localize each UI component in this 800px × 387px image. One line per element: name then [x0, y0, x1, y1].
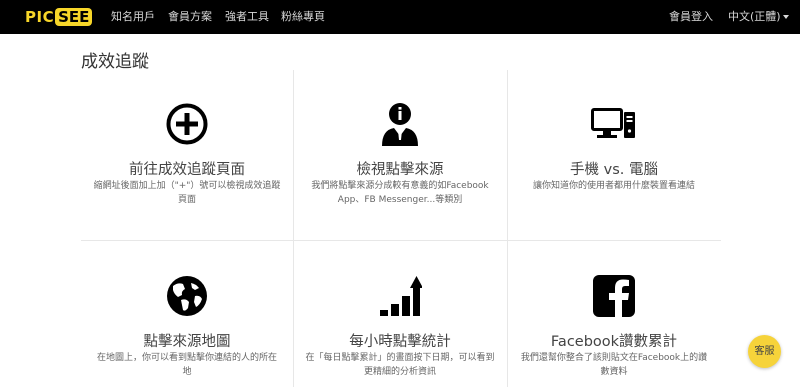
- plus-circle-icon: [166, 103, 208, 145]
- card-description: 我們將點擊來源分成較有意義的如Facebook App、FB Messenger…: [311, 181, 489, 205]
- card-title: 檢視點擊來源: [356, 162, 444, 178]
- picsee-logo[interactable]: PIC SEE: [25, 7, 93, 26]
- card-title: 手機 vs. 電腦: [570, 162, 658, 178]
- facebook-icon: [593, 275, 635, 318]
- nav-item-membership-plans[interactable]: 會員方案: [168, 0, 212, 34]
- nav-item-fan-page[interactable]: 粉絲專頁: [281, 0, 325, 34]
- top-navbar: PIC SEE 知名用戶 會員方案 強者工具 粉絲專頁 會員登入 中文(正體): [0, 0, 800, 34]
- language-label: 中文(正體): [728, 10, 781, 23]
- page-title: 成效追蹤: [81, 52, 149, 72]
- caret-down-icon: [782, 15, 789, 19]
- card-description: 在「每日點擊累計」的畫面按下日期，可以看到更精細的分析資訊: [305, 353, 495, 377]
- card-title: 前往成效追蹤頁面: [129, 162, 245, 178]
- login-link[interactable]: 會員登入: [669, 0, 713, 34]
- bar-chart-up-icon: [380, 276, 422, 316]
- card-description: 在地圖上，你可以看到點擊你連結的人的所在地: [96, 353, 277, 377]
- nav-item-power-tools[interactable]: 強者工具: [225, 0, 269, 34]
- info-person-icon: [382, 103, 418, 146]
- card-description: 縮網址後面加上加（"+"）號可以檢視成效追蹤頁面: [93, 181, 281, 205]
- card-title: 每小時點擊統計: [349, 334, 451, 350]
- logo-text-right: SEE: [55, 7, 93, 26]
- feature-card-click-map[interactable]: 點擊來源地圖 在地圖上，你可以看到點擊你連結的人的所在地: [81, 240, 293, 387]
- card-title: Facebook讚數累計: [550, 334, 678, 350]
- feature-card-click-sources[interactable]: 檢視點擊來源 我們將點擊來源分成較有意義的如Facebook App、FB Me…: [293, 70, 507, 240]
- card-title: 點擊來源地圖: [143, 334, 231, 350]
- card-description: 讓你知道你的使用者都用什麼裝置看連結: [532, 181, 695, 191]
- feature-card-facebook-likes[interactable]: Facebook讚數累計 我們還幫你整合了該則貼文在Facebook上的讚數資料: [507, 240, 721, 387]
- language-dropdown[interactable]: 中文(正體): [728, 0, 789, 34]
- globe-icon: [167, 276, 207, 316]
- nav-item-known-users[interactable]: 知名用戶: [111, 0, 155, 34]
- logo-text-left: PIC: [25, 7, 55, 26]
- feature-card-hourly-stats[interactable]: 每小時點擊統計 在「每日點擊累計」的畫面按下日期，可以看到更精細的分析資訊: [293, 240, 507, 387]
- desktop-computer-icon: [591, 108, 635, 138]
- feature-card-mobile-vs-desktop[interactable]: 手機 vs. 電腦 讓你知道你的使用者都用什麼裝置看連結: [507, 70, 721, 240]
- customer-service-button[interactable]: 客服: [748, 335, 781, 368]
- features-grid: 前往成效追蹤頁面 縮網址後面加上加（"+"）號可以檢視成效追蹤頁面 檢視點擊來源…: [81, 70, 721, 387]
- customer-service-label: 客服: [754, 346, 775, 357]
- feature-card-tracking-page[interactable]: 前往成效追蹤頁面 縮網址後面加上加（"+"）號可以檢視成效追蹤頁面: [81, 70, 293, 240]
- card-description: 我們還幫你整合了該則貼文在Facebook上的讚數資料: [520, 353, 708, 377]
